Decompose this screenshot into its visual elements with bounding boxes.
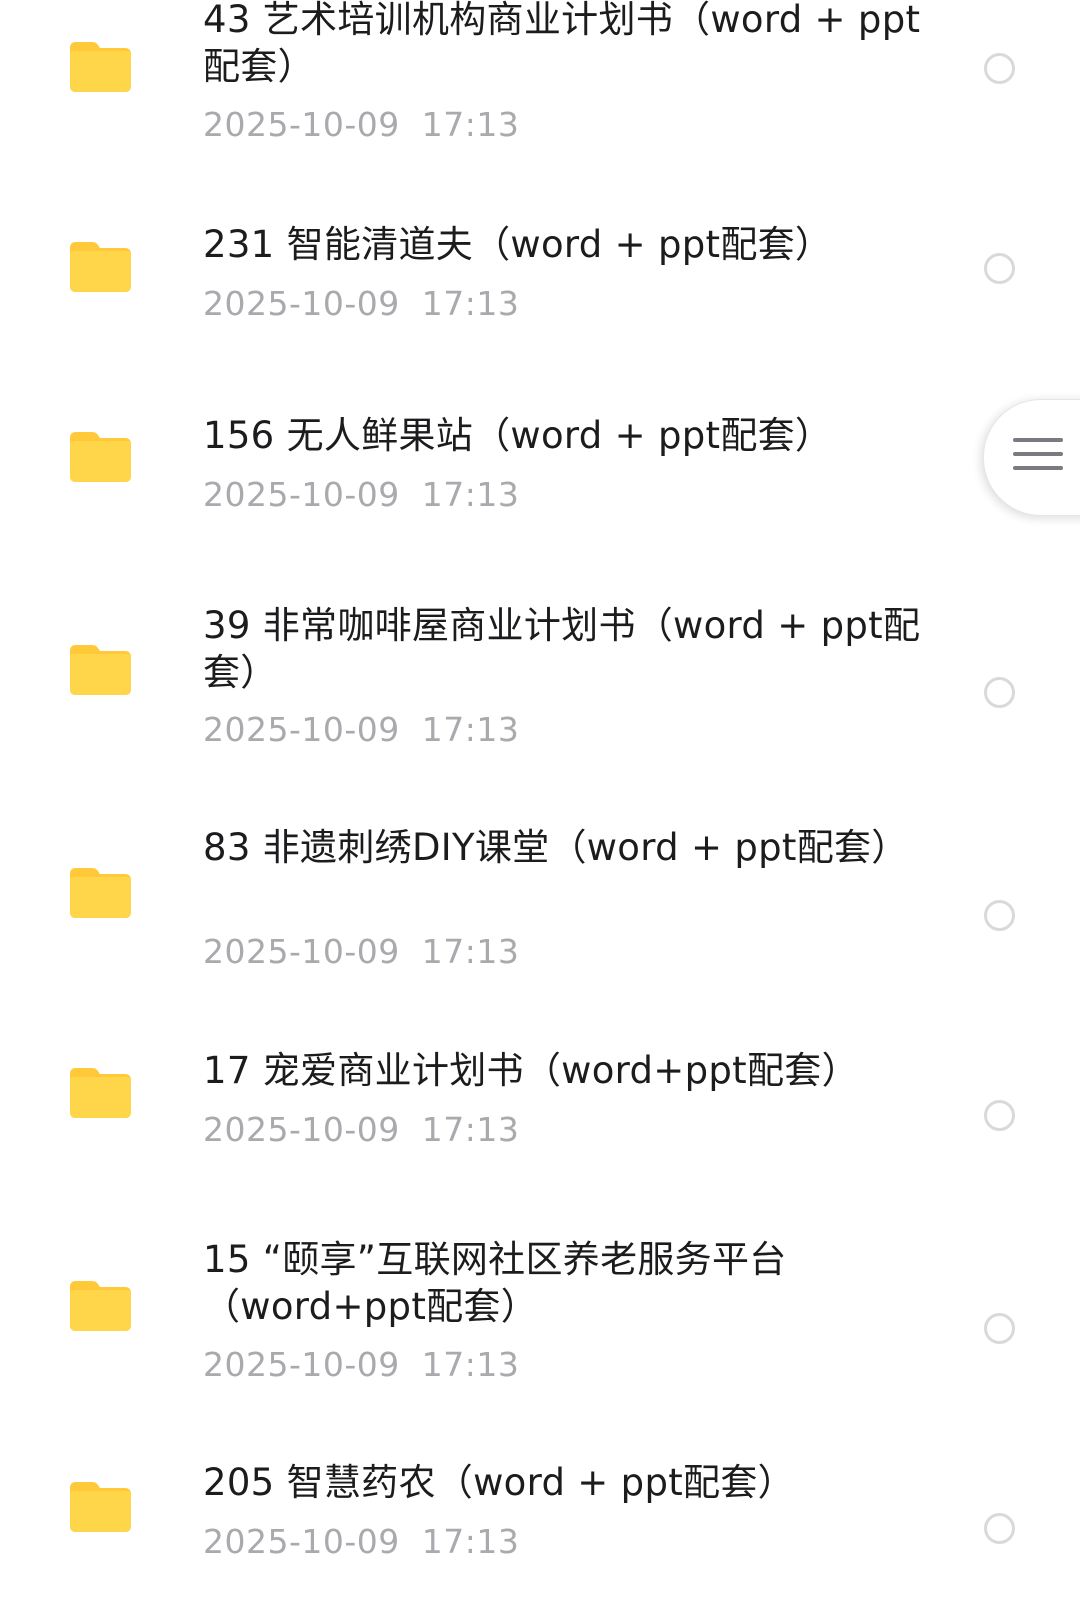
select-radio[interactable] <box>984 53 1015 84</box>
file-title: 15 “颐享”互联网社区养老服务平台（word+ppt配套） <box>203 1238 787 1328</box>
file-list: 43 艺术培训机构商业计划书（word + ppt配套） 2025-10-09 … <box>0 0 1080 1624</box>
select-radio[interactable] <box>984 677 1015 708</box>
folder-icon <box>70 645 131 695</box>
file-date: 2025-10-09 17:13 <box>203 475 520 514</box>
folder-icon <box>70 1281 131 1331</box>
folder-icon <box>70 42 131 92</box>
file-title: 231 智能清道夫（word + ppt配套） <box>203 223 833 266</box>
file-title: 39 非常咖啡屋商业计划书（word + ppt配套） <box>203 604 921 694</box>
menu-icon <box>1013 438 1063 478</box>
select-radio[interactable] <box>984 1313 1015 1344</box>
select-radio[interactable] <box>984 253 1015 284</box>
folder-icon <box>70 1482 131 1532</box>
file-title: 205 智慧药农（word + ppt配套） <box>203 1461 795 1504</box>
folder-icon <box>70 242 131 292</box>
file-title: 83 非遗刺绣DIY课堂（word + ppt配套） <box>203 826 909 869</box>
select-radio[interactable] <box>984 900 1015 931</box>
file-date: 2025-10-09 17:13 <box>203 1522 520 1561</box>
file-date: 2025-10-09 17:13 <box>203 284 520 323</box>
file-title: 156 无人鲜果站（word + ppt配套） <box>203 414 833 457</box>
select-radio[interactable] <box>984 1100 1015 1131</box>
file-date: 2025-10-09 17:13 <box>203 105 520 144</box>
select-radio[interactable] <box>984 1513 1015 1544</box>
file-date: 2025-10-09 17:13 <box>203 1110 520 1149</box>
file-date: 2025-10-09 17:13 <box>203 932 520 971</box>
folder-icon <box>70 868 131 918</box>
file-title: 17 宠爱商业计划书（word+ppt配套） <box>203 1049 859 1092</box>
file-date: 2025-10-09 17:13 <box>203 1345 520 1384</box>
file-date: 2025-10-09 17:13 <box>203 710 520 749</box>
file-title: 43 艺术培训机构商业计划书（word + ppt配套） <box>203 0 921 88</box>
folder-icon <box>70 432 131 482</box>
folder-icon <box>70 1068 131 1118</box>
